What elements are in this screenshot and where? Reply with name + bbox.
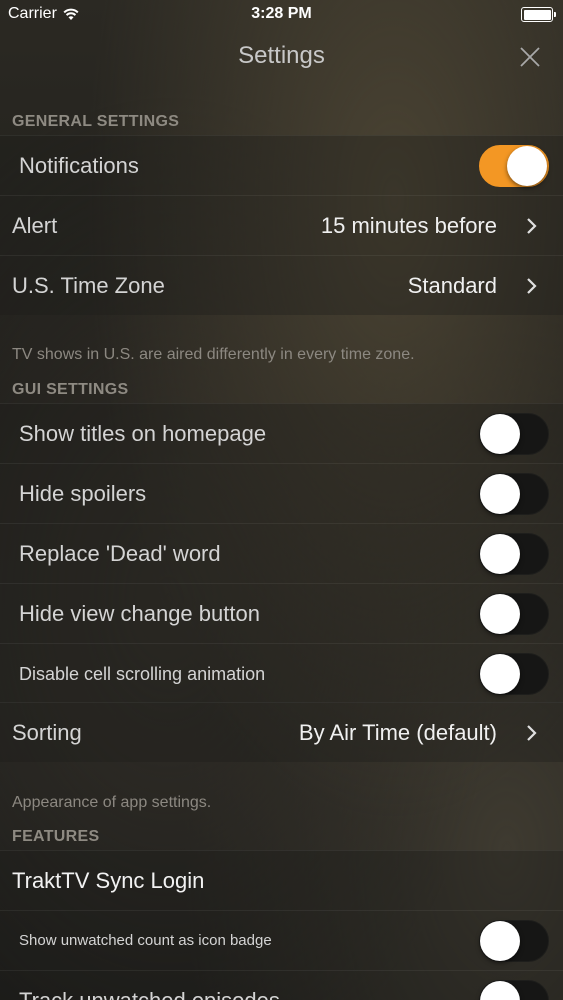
section-header-features: FEATURES <box>12 828 100 845</box>
disable-scrolling-animation-toggle[interactable] <box>479 653 549 695</box>
trakt-login-label: TraktTV Sync Login <box>12 868 205 893</box>
chevron-right-icon <box>525 723 539 743</box>
toggle-knob <box>480 981 520 1000</box>
toggle-knob <box>480 534 520 574</box>
hide-spoilers-toggle[interactable] <box>479 473 549 515</box>
page-title: Settings <box>238 42 325 69</box>
notifications-toggle[interactable] <box>479 145 549 187</box>
status-time: 3:28 PM <box>251 5 312 22</box>
toggle-knob <box>480 414 520 454</box>
notifications-label: Notifications <box>19 153 139 178</box>
section-header-general: GENERAL SETTINGS <box>12 113 180 130</box>
row-replace-dead: Replace 'Dead' word <box>0 523 563 583</box>
sorting-label: Sorting <box>12 720 82 745</box>
toggle-knob <box>480 654 520 694</box>
toggle-knob <box>480 594 520 634</box>
row-notifications: Notifications <box>0 135 563 195</box>
row-alert[interactable]: Alert 15 minutes before <box>0 195 563 255</box>
time-zone-label: U.S. Time Zone <box>12 273 165 298</box>
disable-scrolling-animation-label: Disable cell scrolling animation <box>19 664 266 684</box>
alert-label: Alert <box>12 213 58 238</box>
section-header-gui: GUI SETTINGS <box>12 381 129 398</box>
replace-dead-toggle[interactable] <box>479 533 549 575</box>
close-icon <box>520 47 540 67</box>
toggle-knob <box>480 474 520 514</box>
unwatched-badge-toggle[interactable] <box>479 920 549 962</box>
chevron-right-icon <box>525 216 539 236</box>
close-button[interactable] <box>517 44 543 70</box>
row-show-titles: Show titles on homepage <box>0 403 563 463</box>
hide-view-change-label: Hide view change button <box>19 601 260 626</box>
alert-value: 15 minutes before <box>320 213 497 238</box>
general-footer-note: TV shows in U.S. are aired differently i… <box>12 346 415 363</box>
row-hide-view-change: Hide view change button <box>0 583 563 643</box>
row-trakt-login[interactable]: TraktTV Sync Login <box>0 850 563 910</box>
row-sorting[interactable]: Sorting By Air Time (default) <box>0 702 563 762</box>
track-unwatched-label: Track unwatched episodes <box>19 971 280 1000</box>
gui-footer-note: Appearance of app settings. <box>12 794 212 811</box>
row-time-zone[interactable]: U.S. Time Zone Standard <box>0 255 563 315</box>
toggle-knob <box>480 921 520 961</box>
toggle-knob <box>507 146 547 186</box>
time-zone-value: Standard <box>407 273 497 298</box>
row-unwatched-badge: Show unwatched count as icon badge <box>0 910 563 970</box>
track-unwatched-toggle[interactable] <box>479 980 549 1000</box>
show-titles-toggle[interactable] <box>479 413 549 455</box>
row-hide-spoilers: Hide spoilers <box>0 463 563 523</box>
hide-spoilers-label: Hide spoilers <box>19 481 147 506</box>
battery-icon <box>521 7 556 22</box>
unwatched-badge-label: Show unwatched count as icon badge <box>19 932 272 949</box>
row-track-unwatched: Track unwatched episodes <box>0 970 563 1000</box>
hide-view-change-toggle[interactable] <box>479 593 549 635</box>
show-titles-label: Show titles on homepage <box>19 421 267 446</box>
status-bar: Carrier 3:28 PM <box>0 0 563 30</box>
chevron-right-icon <box>525 276 539 296</box>
navigation-bar: Settings <box>0 30 563 82</box>
row-disable-scrolling-animation: Disable cell scrolling animation <box>0 643 563 703</box>
sorting-value: By Air Time (default) <box>298 720 497 745</box>
replace-dead-label: Replace 'Dead' word <box>19 541 221 566</box>
